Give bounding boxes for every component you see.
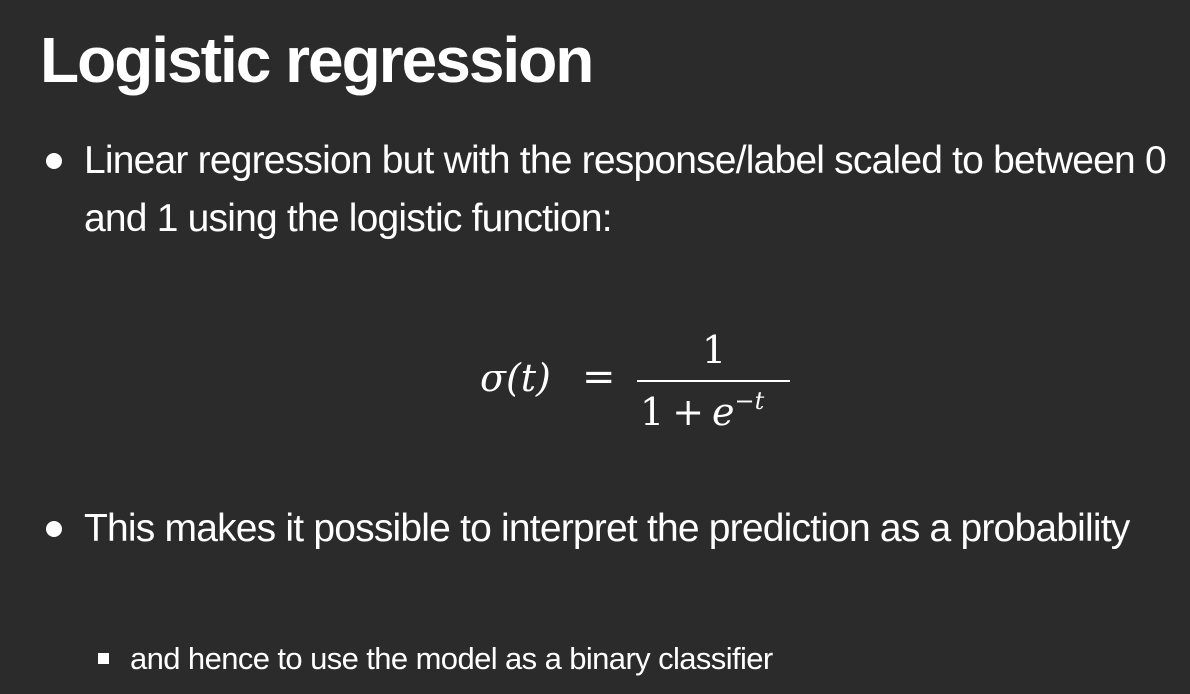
formula-equals: = [582,354,616,400]
logistic-formula: σ(t) = 1 1 + e−t [480,328,800,438]
denominator-one: 1 [640,390,665,434]
sub-bullet-item: and hence to use the model as a binary c… [98,636,773,682]
formula-lhs: σ(t) [480,356,551,400]
bullet-text: This makes it possible to interpret the … [84,507,1130,550]
denominator-exponent: −t [734,387,765,415]
fraction-bar [637,380,790,382]
denominator-plus: + [672,390,705,434]
formula-numerator: 1 [702,328,727,372]
bullet-text: Linear regression but with the response/… [84,139,1167,240]
bullet-item: Linear regression but with the response/… [38,132,1168,248]
denominator-base: e [712,390,735,434]
sub-bullet-text: and hence to use the model as a binary c… [130,641,773,676]
bullet-dot-icon [46,153,62,169]
slide: Logistic regression Linear regression bu… [0,0,1190,694]
bullet-dot-icon [46,521,62,537]
bullet-item: This makes it possible to interpret the … [38,500,1168,558]
square-bullet-icon [98,653,109,664]
formula-denominator: 1 + e−t [640,387,765,434]
slide-title: Logistic regression [40,24,594,96]
